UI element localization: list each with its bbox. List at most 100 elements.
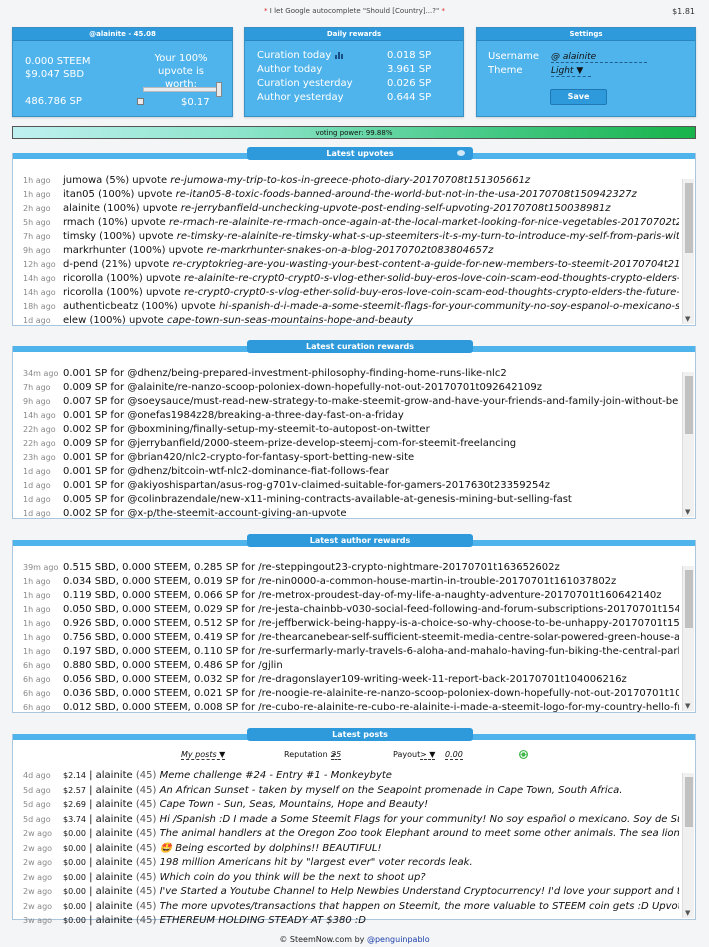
payout-operator-select[interactable]: > ▼ [420,750,436,760]
scroll-down-icon[interactable]: ▼ [685,909,690,917]
upvote-worth-label: Your 100% upvote is worth: [154,53,208,90]
post-link[interactable]: @jerrybanfield/2000-steem-prize-develop-… [127,438,516,449]
post-link[interactable]: /re-steppingout23-crypto-nightmare-20170… [258,562,559,573]
author-link[interactable]: alainite [96,857,133,868]
post-title[interactable]: The animal handlers at the Oregon Zoo to… [160,828,679,839]
theme-select[interactable]: Light ▼ [551,66,591,77]
post-link[interactable]: re-cryptokrieg-are-you-wasting-your-best… [173,259,679,270]
author-link[interactable]: alainite [96,901,133,912]
author-link[interactable]: alainite [96,770,133,781]
author-link[interactable]: alainite [96,886,133,897]
voter[interactable]: alainite (100%) upvote [63,203,178,214]
voter[interactable]: markrhunter (100%) upvote [63,245,203,256]
post-link[interactable]: re-markrhunter-snakes-on-a-blog-20170702… [207,245,494,256]
voter[interactable]: authenticbeatz (100%) upvote [63,301,216,312]
post-link[interactable]: /re-surfermarly-marly-travels-6-aloha-an… [258,646,679,657]
scroll-down-icon[interactable]: ▼ [685,702,690,710]
author-link[interactable]: alainite [96,828,133,839]
post-link[interactable]: @colinbrazendale/new-x11-mining-contract… [127,494,572,505]
list-item: 12h ago d-pend (21%) upvote re-cryptokrie… [23,258,679,272]
post-title[interactable]: Cape Town - Sun, Seas, Mountains, Hope a… [160,799,429,810]
author-link[interactable]: alainite [96,843,133,854]
voter[interactable]: ricorolla (100%) upvote [63,287,181,298]
author-link[interactable]: alainite [96,872,133,883]
post-title[interactable]: The more upvotes/transactions that happe… [160,901,679,912]
post-link[interactable]: @x-p/the-steemit-account-giving-an-upvot… [127,508,346,519]
post-link[interactable]: @onefas1984z28/breaking-a-three-day-fast… [127,410,403,421]
post-link[interactable]: re-timsky-re-alainite-re-timsky-what-s-u… [177,231,679,242]
slider-thumb[interactable] [216,82,222,97]
scrollbar-thumb[interactable] [685,183,693,253]
post-link[interactable]: @brian420/nlc2-crypto-for-fantasy-sport-… [127,452,414,463]
post-link[interactable]: re-rmach-re-alainite-re-rmach-once-again… [169,217,679,228]
scrollbar[interactable]: ▼ [682,372,694,517]
post-link[interactable]: /re-metrox-proudest-day-of-my-life-a-nau… [258,590,661,601]
author-link[interactable]: @penguinpablo [367,935,430,944]
voter[interactable]: jumowa (5%) upvote [63,175,167,186]
upvote-slider[interactable] [143,82,222,97]
announcement-text[interactable]: I let Google autocomplete "Should [Count… [270,7,439,15]
post-link[interactable]: /re-dragonslayer109-writing-week-11-repo… [258,674,627,685]
post-link[interactable]: re-jumowa-my-trip-to-kos-in-greece-photo… [170,175,530,186]
post-title[interactable]: Meme challenge #24 - Entry #1 - Monkeyby… [160,770,392,781]
scrollbar-thumb[interactable] [685,376,693,434]
voter[interactable]: rmach (10%) upvote [63,217,166,228]
post-link[interactable]: @soeysauce/must-read-new-strategy-to-mak… [127,396,679,407]
voting-power-label: voting power: 99.88% [315,129,393,137]
voter[interactable]: timsky (100%) upvote [63,231,174,242]
scrollbar[interactable]: ▼ [682,179,694,324]
post-title[interactable]: 🤩 Being escorted by dolphins!! BEAUTIFUL… [160,843,382,854]
post-link[interactable]: @akiyoshispartan/asus-rog-g701v-claimed-… [127,480,550,491]
chart-icon[interactable] [335,51,345,59]
post-link[interactable]: cape-town-sun-seas-mountains-hope-and-be… [167,315,413,326]
post-link[interactable]: @dhenz/bitcoin-wtf-nlc2-dominance-fiat-f… [127,466,389,477]
list-item: 1d ago 0.001 SP for @akiyoshispartan/asus… [23,479,679,493]
voter[interactable]: ricorolla (100%) upvote [63,273,181,284]
post-title[interactable]: Which coin do you think will be the next… [160,872,426,883]
post-title[interactable]: ETHEREUM HOLDING STEADY AT $380 :D [160,915,366,926]
post-link[interactable]: /re-jesta-chainbb-v030-social-feed-follo… [258,604,679,615]
scrollbar[interactable]: ▼ [682,566,694,711]
post-title[interactable]: An African Sunset - taken by myself on t… [160,785,623,796]
post-link[interactable]: /re-nin0000-a-common-house-martin-in-tro… [258,576,616,587]
post-title[interactable]: I've Started a Youtube Channel to Help N… [160,886,679,897]
post-link[interactable]: @alainite/re-nanzo-scoop-poloniex-down-h… [127,382,542,393]
payout-input[interactable]: 0.00 [445,750,463,760]
post-link[interactable]: re-alainite-re-crypt0-crypt0-s-vlog-ethe… [184,273,679,284]
post-link[interactable]: /re-cubo-re-alainite-re-cubo-re-alainite… [258,702,679,713]
voter[interactable]: d-pend (21%) upvote [63,259,169,270]
save-button[interactable]: Save [550,89,607,105]
author-link[interactable]: alainite [96,785,133,796]
post-link[interactable]: @boxmining/finally-setup-my-steemit-to-a… [127,424,429,435]
scrollbar-thumb[interactable] [685,570,693,628]
eye-icon[interactable] [457,150,465,156]
post-link[interactable]: re-crypt0-crypt0-s-vlog-ether-solid-buy-… [184,287,679,298]
voter[interactable]: itan05 (100%) upvote [63,189,172,200]
post-link[interactable]: /re-noogie-re-alainite-re-nanzo-scoop-po… [258,688,679,699]
reputation-input[interactable]: 25 [331,750,342,760]
scroll-down-icon[interactable]: ▼ [685,315,690,323]
username-input[interactable]: @ alainite [551,52,647,63]
scrollbar-thumb[interactable] [685,777,693,827]
author-link[interactable]: alainite [96,915,133,926]
post-link[interactable]: @dhenz/being-prepared-investment-philoso… [127,368,506,379]
voter[interactable]: elew (100%) upvote [63,315,164,326]
reward-amount: 0.756 SBD, 0.000 STEEM, 0.419 SP for [63,632,256,643]
post-link[interactable]: re-jerrybanfield-unchecking-upvote-post-… [181,203,611,214]
author-link[interactable]: alainite [96,799,133,810]
theme-label: Theme [488,65,523,76]
refresh-icon[interactable] [518,749,529,760]
announcement[interactable]: * I let Google autocomplete "Should [Cou… [0,7,709,15]
scroll-down-icon[interactable]: ▼ [685,508,690,516]
scrollbar[interactable]: ▼ [682,773,694,918]
post-link[interactable]: /gjlin [258,660,282,671]
post-link[interactable]: hi-spanish-d-i-made-a-some-steemit-flags… [219,301,679,312]
post-title[interactable]: Hi /Spanish :D I made a Some Steemit Fla… [160,814,679,825]
my-posts-select[interactable]: My posts ▼ [181,750,226,760]
post-link[interactable]: /re-thearcanebear-self-sufficient-steemi… [258,632,679,643]
post-title[interactable]: 198 million Americans hit by "largest ev… [160,857,473,868]
checkbox-icon[interactable] [137,98,144,105]
author-link[interactable]: alainite [96,814,133,825]
post-link[interactable]: /re-jeffberwick-being-happy-is-a-choice-… [258,618,679,629]
post-link[interactable]: re-itan05-8-toxic-foods-banned-around-th… [176,189,637,200]
